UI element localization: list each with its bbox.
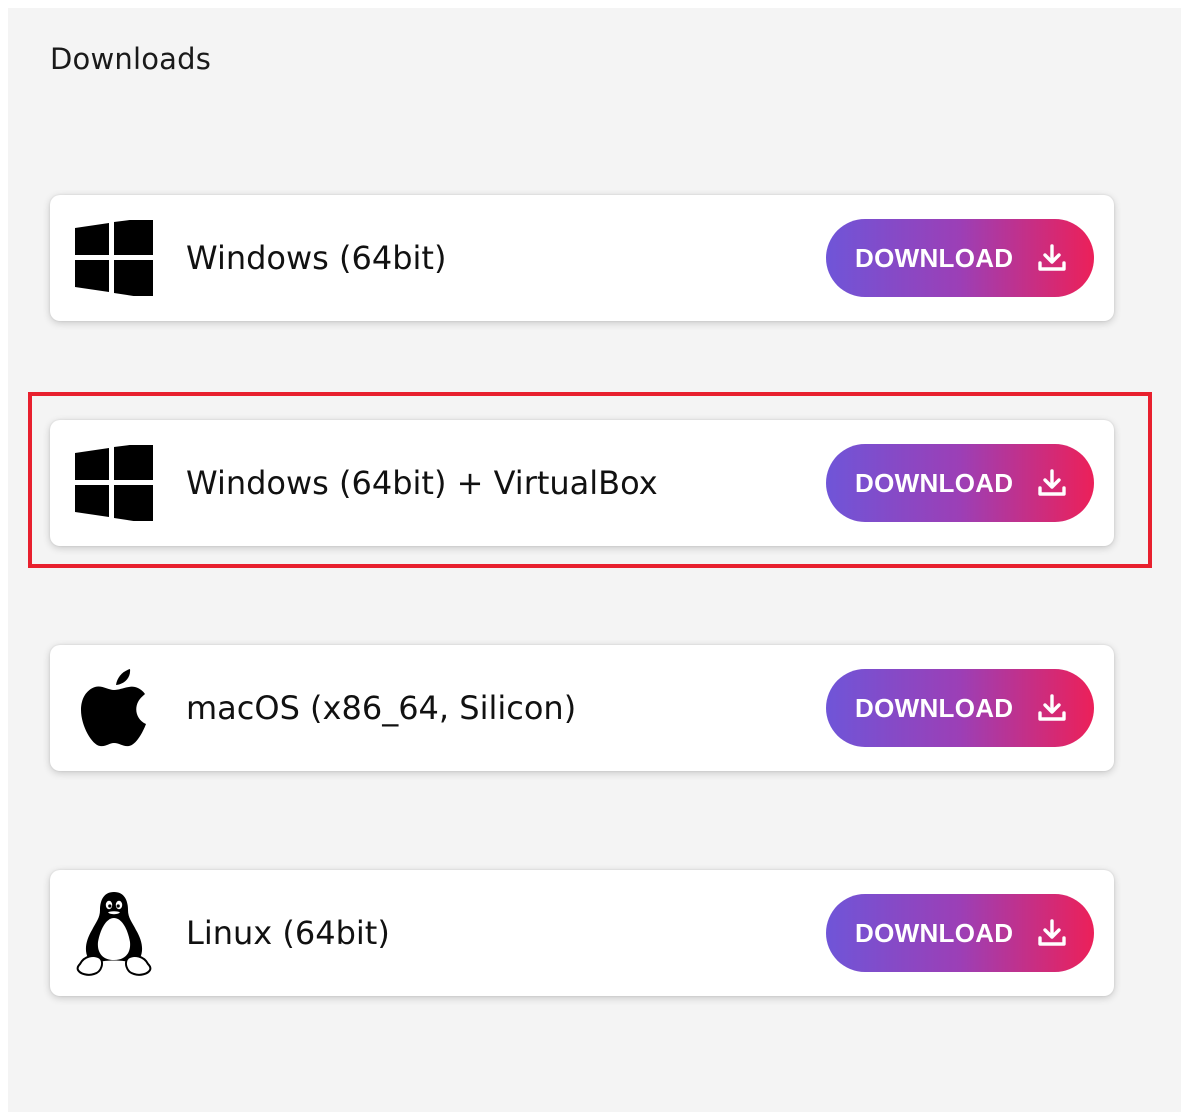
download-button-label: DOWNLOAD bbox=[855, 692, 1014, 723]
download-card-linux: Linux (64bit) DOWNLOAD bbox=[50, 870, 1114, 996]
download-label: macOS (x86_64, Silicon) bbox=[186, 689, 577, 727]
windows-icon bbox=[74, 442, 154, 524]
download-icon bbox=[1037, 241, 1071, 275]
windows-icon bbox=[74, 217, 154, 299]
download-label: Windows (64bit) bbox=[186, 239, 447, 277]
download-button-macos[interactable]: DOWNLOAD bbox=[826, 669, 1094, 747]
linux-tux-icon bbox=[74, 892, 154, 976]
download-card-windows-virtualbox: Windows (64bit) + VirtualBox DOWNLOAD bbox=[50, 420, 1114, 546]
download-icon bbox=[1037, 691, 1071, 725]
download-label: Windows (64bit) + VirtualBox bbox=[186, 464, 658, 502]
section-title: Downloads bbox=[50, 42, 212, 76]
download-icon bbox=[1037, 916, 1071, 950]
download-button-label: DOWNLOAD bbox=[855, 242, 1014, 273]
download-button-linux[interactable]: DOWNLOAD bbox=[826, 894, 1094, 972]
download-card-macos: macOS (x86_64, Silicon) DOWNLOAD bbox=[50, 645, 1114, 771]
download-icon bbox=[1037, 466, 1071, 500]
download-button-windows[interactable]: DOWNLOAD bbox=[826, 219, 1094, 297]
apple-icon bbox=[74, 667, 154, 749]
download-label: Linux (64bit) bbox=[186, 914, 390, 952]
download-button-windows-virtualbox[interactable]: DOWNLOAD bbox=[826, 444, 1094, 522]
download-button-label: DOWNLOAD bbox=[855, 467, 1014, 498]
download-card-windows: Windows (64bit) DOWNLOAD bbox=[50, 195, 1114, 321]
download-button-label: DOWNLOAD bbox=[855, 917, 1014, 948]
